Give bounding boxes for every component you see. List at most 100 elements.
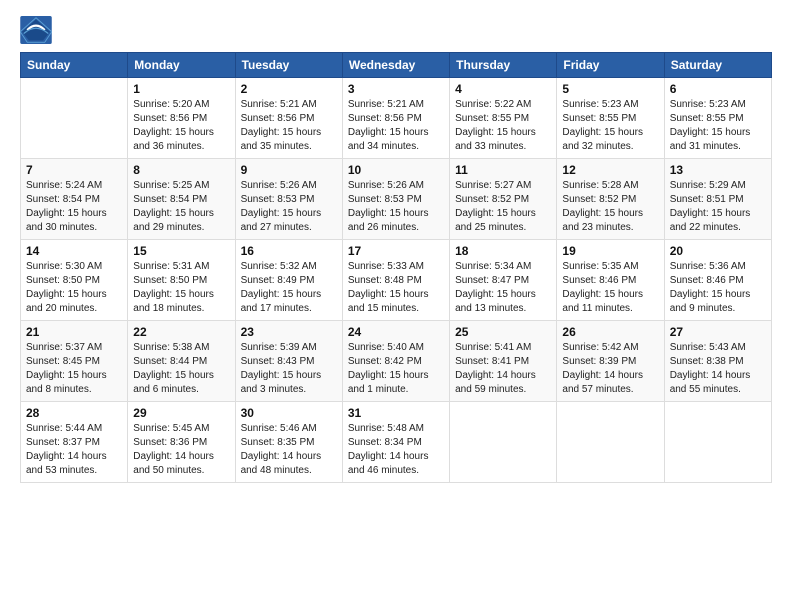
empty-cell: [557, 402, 664, 483]
day-number: 31: [348, 406, 444, 420]
day-number: 13: [670, 163, 766, 177]
day-cell-31: 31 Sunrise: 5:48 AM Sunset: 8:34 PM Dayli…: [342, 402, 449, 483]
day-info: Sunrise: 5:23 AM Sunset: 8:55 PM Dayligh…: [670, 98, 766, 154]
day-cell-10: 10Sunrise: 5:26 AM Sunset: 8:53 PM Dayli…: [342, 159, 449, 240]
day-info: Sunrise: 5:44 AM Sunset: 8:37 PM Dayligh…: [26, 422, 122, 478]
day-cell-2: 2 Sunrise: 5:21 AM Sunset: 8:56 PM Daylig…: [235, 78, 342, 159]
header: [20, 10, 772, 44]
day-cell-6: 6 Sunrise: 5:23 AM Sunset: 8:55 PM Daylig…: [664, 78, 771, 159]
day-info: Sunrise: 5:35 AM Sunset: 8:46 PM Dayligh…: [562, 260, 658, 316]
empty-cell: [450, 402, 557, 483]
week-row-2: 7Sunrise: 5:24 AM Sunset: 8:54 PM Daylig…: [21, 159, 772, 240]
day-number: 15: [133, 244, 229, 258]
day-info: Sunrise: 5:37 AM Sunset: 8:45 PM Dayligh…: [26, 341, 122, 397]
day-info: Sunrise: 5:46 AM Sunset: 8:35 PM Dayligh…: [241, 422, 337, 478]
day-number: 11: [455, 163, 551, 177]
day-number: 12: [562, 163, 658, 177]
day-cell-4: 4 Sunrise: 5:22 AM Sunset: 8:55 PM Daylig…: [450, 78, 557, 159]
day-info: Sunrise: 5:28 AM Sunset: 8:52 PM Dayligh…: [562, 179, 658, 235]
day-info: Sunrise: 5:26 AM Sunset: 8:53 PM Dayligh…: [348, 179, 444, 235]
day-info: Sunrise: 5:27 AM Sunset: 8:52 PM Dayligh…: [455, 179, 551, 235]
day-cell-8: 8 Sunrise: 5:25 AM Sunset: 8:54 PM Daylig…: [128, 159, 235, 240]
week-row-3: 14 Sunrise: 5:30 AM Sunset: 8:50 PM Dayli…: [21, 240, 772, 321]
day-cell-14: 14 Sunrise: 5:30 AM Sunset: 8:50 PM Dayli…: [21, 240, 128, 321]
day-cell-3: 3 Sunrise: 5:21 AM Sunset: 8:56 PM Daylig…: [342, 78, 449, 159]
day-cell-30: 30 Sunrise: 5:46 AM Sunset: 8:35 PM Dayli…: [235, 402, 342, 483]
weekday-header-row: SundayMondayTuesdayWednesdayThursdayFrid…: [21, 53, 772, 78]
day-info: Sunrise: 5:40 AM Sunset: 8:42 PM Dayligh…: [348, 341, 444, 397]
day-number: 30: [241, 406, 337, 420]
day-cell-20: 20 Sunrise: 5:36 AM Sunset: 8:46 PM Dayli…: [664, 240, 771, 321]
day-cell-26: 26 Sunrise: 5:42 AM Sunset: 8:39 PM Dayli…: [557, 321, 664, 402]
day-cell-12: 12 Sunrise: 5:28 AM Sunset: 8:52 PM Dayli…: [557, 159, 664, 240]
day-number: 28: [26, 406, 122, 420]
day-number: 24: [348, 325, 444, 339]
day-info: Sunrise: 5:21 AM Sunset: 8:56 PM Dayligh…: [348, 98, 444, 154]
day-number: 21: [26, 325, 122, 339]
day-info: Sunrise: 5:21 AM Sunset: 8:56 PM Dayligh…: [241, 98, 337, 154]
day-number: 27: [670, 325, 766, 339]
day-number: 19: [562, 244, 658, 258]
day-number: 3: [348, 82, 444, 96]
weekday-header-thursday: Thursday: [450, 53, 557, 78]
day-number: 2: [241, 82, 337, 96]
day-cell-15: 15Sunrise: 5:31 AM Sunset: 8:50 PM Dayli…: [128, 240, 235, 321]
day-cell-23: 23 Sunrise: 5:39 AM Sunset: 8:43 PM Dayli…: [235, 321, 342, 402]
day-number: 16: [241, 244, 337, 258]
day-number: 22: [133, 325, 229, 339]
day-cell-11: 11 Sunrise: 5:27 AM Sunset: 8:52 PM Dayli…: [450, 159, 557, 240]
week-row-1: 1 Sunrise: 5:20 AM Sunset: 8:56 PM Daylig…: [21, 78, 772, 159]
day-info: Sunrise: 5:45 AM Sunset: 8:36 PM Dayligh…: [133, 422, 229, 478]
day-cell-18: 18 Sunrise: 5:34 AM Sunset: 8:47 PM Dayli…: [450, 240, 557, 321]
day-number: 9: [241, 163, 337, 177]
day-number: 18: [455, 244, 551, 258]
weekday-header-tuesday: Tuesday: [235, 53, 342, 78]
day-info: Sunrise: 5:38 AM Sunset: 8:44 PM Dayligh…: [133, 341, 229, 397]
week-row-5: 28 Sunrise: 5:44 AM Sunset: 8:37 PM Dayli…: [21, 402, 772, 483]
day-info: Sunrise: 5:30 AM Sunset: 8:50 PM Dayligh…: [26, 260, 122, 316]
day-cell-21: 21 Sunrise: 5:37 AM Sunset: 8:45 PM Dayli…: [21, 321, 128, 402]
day-cell-5: 5Sunrise: 5:23 AM Sunset: 8:55 PM Daylig…: [557, 78, 664, 159]
weekday-header-monday: Monday: [128, 53, 235, 78]
day-info: Sunrise: 5:39 AM Sunset: 8:43 PM Dayligh…: [241, 341, 337, 397]
day-number: 8: [133, 163, 229, 177]
day-cell-9: 9 Sunrise: 5:26 AM Sunset: 8:53 PM Daylig…: [235, 159, 342, 240]
calendar-table: SundayMondayTuesdayWednesdayThursdayFrid…: [20, 52, 772, 483]
day-info: Sunrise: 5:34 AM Sunset: 8:47 PM Dayligh…: [455, 260, 551, 316]
day-info: Sunrise: 5:32 AM Sunset: 8:49 PM Dayligh…: [241, 260, 337, 316]
day-info: Sunrise: 5:48 AM Sunset: 8:34 PM Dayligh…: [348, 422, 444, 478]
day-number: 20: [670, 244, 766, 258]
day-info: Sunrise: 5:42 AM Sunset: 8:39 PM Dayligh…: [562, 341, 658, 397]
weekday-header-wednesday: Wednesday: [342, 53, 449, 78]
day-cell-16: 16 Sunrise: 5:32 AM Sunset: 8:49 PM Dayli…: [235, 240, 342, 321]
day-number: 23: [241, 325, 337, 339]
day-number: 7: [26, 163, 122, 177]
day-number: 6: [670, 82, 766, 96]
day-info: Sunrise: 5:36 AM Sunset: 8:46 PM Dayligh…: [670, 260, 766, 316]
day-number: 1: [133, 82, 229, 96]
day-number: 26: [562, 325, 658, 339]
day-info: Sunrise: 5:33 AM Sunset: 8:48 PM Dayligh…: [348, 260, 444, 316]
day-cell-13: 13 Sunrise: 5:29 AM Sunset: 8:51 PM Dayli…: [664, 159, 771, 240]
day-info: Sunrise: 5:22 AM Sunset: 8:55 PM Dayligh…: [455, 98, 551, 154]
day-info: Sunrise: 5:25 AM Sunset: 8:54 PM Dayligh…: [133, 179, 229, 235]
day-info: Sunrise: 5:29 AM Sunset: 8:51 PM Dayligh…: [670, 179, 766, 235]
day-info: Sunrise: 5:26 AM Sunset: 8:53 PM Dayligh…: [241, 179, 337, 235]
day-cell-24: 24 Sunrise: 5:40 AM Sunset: 8:42 PM Dayli…: [342, 321, 449, 402]
day-cell-17: 17 Sunrise: 5:33 AM Sunset: 8:48 PM Dayli…: [342, 240, 449, 321]
day-info: Sunrise: 5:23 AM Sunset: 8:55 PM Dayligh…: [562, 98, 658, 154]
empty-cell: [21, 78, 128, 159]
day-cell-27: 27Sunrise: 5:43 AM Sunset: 8:38 PM Dayli…: [664, 321, 771, 402]
day-number: 17: [348, 244, 444, 258]
week-row-4: 21 Sunrise: 5:37 AM Sunset: 8:45 PM Dayli…: [21, 321, 772, 402]
day-cell-29: 29Sunrise: 5:45 AM Sunset: 8:36 PM Dayli…: [128, 402, 235, 483]
day-info: Sunrise: 5:20 AM Sunset: 8:56 PM Dayligh…: [133, 98, 229, 154]
day-cell-7: 7Sunrise: 5:24 AM Sunset: 8:54 PM Daylig…: [21, 159, 128, 240]
day-info: Sunrise: 5:41 AM Sunset: 8:41 PM Dayligh…: [455, 341, 551, 397]
day-cell-1: 1 Sunrise: 5:20 AM Sunset: 8:56 PM Daylig…: [128, 78, 235, 159]
day-cell-22: 22 Sunrise: 5:38 AM Sunset: 8:44 PM Dayli…: [128, 321, 235, 402]
day-number: 4: [455, 82, 551, 96]
day-number: 14: [26, 244, 122, 258]
day-number: 25: [455, 325, 551, 339]
weekday-header-friday: Friday: [557, 53, 664, 78]
